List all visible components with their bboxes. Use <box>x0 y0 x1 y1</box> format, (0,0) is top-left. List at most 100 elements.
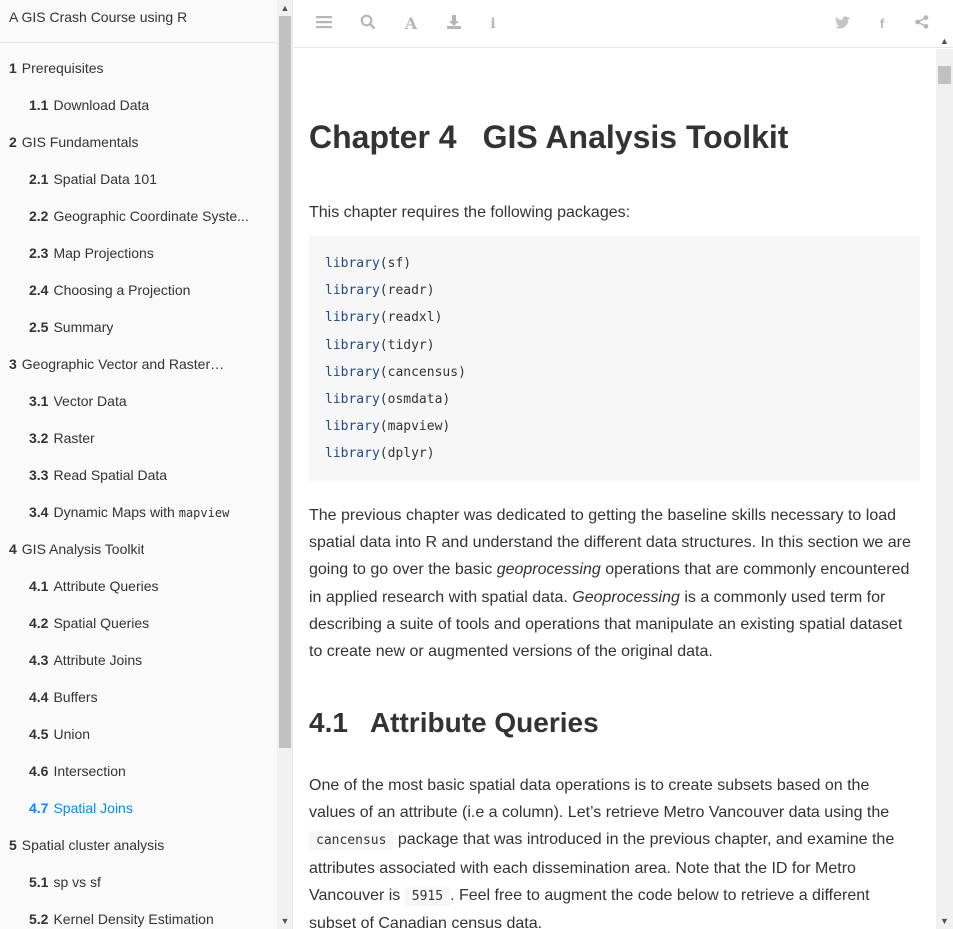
toc-item[interactable]: 2 GIS Fundamentals <box>0 124 277 161</box>
code-function: library <box>325 337 380 353</box>
code-argument: (readxl) <box>379 310 443 326</box>
sidebar-scroll-thumb[interactable] <box>279 16 291 748</box>
toc-item-label: Vector Data <box>53 393 127 409</box>
sidebar-scrollbar[interactable]: ▲ ▼ <box>277 0 292 929</box>
chapter-number: Chapter 4 <box>309 119 457 155</box>
code-function: library <box>325 283 380 299</box>
toc-item[interactable]: 3.4 Dynamic Maps with mapview <box>0 494 277 531</box>
intro-paragraph: This chapter requires the following pack… <box>309 204 631 221</box>
toc-item-number: 5.2 <box>29 911 49 927</box>
toc-item-label: Attribute Queries <box>53 578 159 594</box>
toc-item-label: Download Data <box>53 97 150 113</box>
toc-item-number: 2.1 <box>29 171 49 187</box>
toc-item-label: Read Spatial Data <box>53 467 168 483</box>
attribute-queries-paragraph: One of the most basic spatial data opera… <box>309 772 920 929</box>
main-content: Chapter 4 GIS Analysis Toolkit This chapt… <box>294 49 936 929</box>
toc-item[interactable]: 4.7 Spatial Joins <box>0 790 277 827</box>
toc-item-label: Union <box>53 726 91 742</box>
toc-item-label: Kernel Density Estimation <box>53 911 214 927</box>
share-icon[interactable] <box>912 14 932 34</box>
section-title: Attribute Queries <box>369 707 599 738</box>
toc-item[interactable]: 1.1 Download Data <box>0 87 277 124</box>
inline-code-cancensus: cancensus <box>309 831 394 851</box>
toc-item-number: 4.5 <box>29 726 49 742</box>
toc-item-number: 4 <box>9 541 17 557</box>
code-line: library(tidyr) <box>325 332 904 359</box>
toc-item-number: 4.3 <box>29 652 49 668</box>
toc-item[interactable]: 4.4 Buffers <box>0 679 277 716</box>
toc-item[interactable]: 2.4 Choosing a Projection <box>0 272 277 309</box>
toc-item[interactable]: 2.5 Summary <box>0 309 277 346</box>
toc-item-label: Buffers <box>53 689 98 705</box>
toc-item-label: sp vs sf <box>53 874 101 890</box>
info-icon[interactable]: i <box>483 14 503 34</box>
toc-item[interactable]: 4.2 Spatial Queries <box>0 605 277 642</box>
toc-item-label: Prerequisites <box>21 60 104 76</box>
code-block[interactable]: library(sf) library(readr) library(readxl)… <box>309 236 920 481</box>
toc-item[interactable]: 4.3 Attribute Joins <box>0 642 277 679</box>
code-line: library(cancensus) <box>325 359 904 386</box>
main-scroll-down-arrow-icon[interactable]: ▼ <box>936 913 953 929</box>
toc-item-number: 4.2 <box>29 615 49 631</box>
toc-item-label: Spatial Queries <box>53 615 150 631</box>
toc-item-label: Choosing a Projection <box>53 282 191 298</box>
download-icon[interactable] <box>444 14 464 34</box>
toc-item[interactable]: 5.2 Kernel Density Estimation <box>0 901 277 929</box>
toc-item[interactable]: 5 Spatial cluster analysis <box>0 827 277 864</box>
toc-item[interactable]: 1 Prerequisites <box>0 50 277 87</box>
sidebar-content: A GIS Crash Course using R 1 Prerequisite… <box>0 0 277 929</box>
code-line: library(readxl) <box>325 304 904 331</box>
toc-item-label: Intersection <box>53 763 126 779</box>
toc-item-number: 3.4 <box>29 504 49 520</box>
menu-icon[interactable] <box>314 14 334 34</box>
scroll-up-arrow-icon[interactable]: ▲ <box>277 0 292 16</box>
toc-item[interactable]: 2.1 Spatial Data 101 <box>0 161 277 198</box>
code-argument: (mapview) <box>379 419 451 435</box>
toolbar: A i f <box>294 0 953 48</box>
toc-item[interactable]: 2.3 Map Projections <box>0 235 277 272</box>
toc-item-number: 3 <box>9 356 17 372</box>
code-argument: (tidyr) <box>379 337 435 353</box>
toc-item[interactable]: 4.6 Intersection <box>0 753 277 790</box>
para-text: One of the most basic spatial data opera… <box>309 777 890 822</box>
section-number: 4.1 <box>309 707 348 738</box>
toc-item-number: 4.1 <box>29 578 49 594</box>
toc-item-label: GIS Fundamentals <box>21 134 139 150</box>
toc-item-label: Spatial cluster analysis <box>21 837 165 853</box>
book-title[interactable]: A GIS Crash Course using R <box>0 0 277 43</box>
main-scroll-thumb[interactable] <box>938 66 951 84</box>
code-function: library <box>325 310 380 326</box>
toc-item-number: 3.2 <box>29 430 49 446</box>
toc-item[interactable]: 3.2 Raster <box>0 420 277 457</box>
toc-item[interactable]: 5.1 sp vs sf <box>0 864 277 901</box>
main-scroll-up-arrow-icon[interactable]: ▲ <box>936 33 953 49</box>
section-heading: 4.1 Attribute Queries <box>309 707 599 739</box>
main-scrollbar[interactable]: ▲ ▼ <box>936 36 953 929</box>
chapter-heading: Chapter 4 GIS Analysis Toolkit <box>309 119 788 156</box>
code-function: library <box>325 256 380 271</box>
toc-item-label: Geographic Vector and Raster Dat... <box>21 356 227 372</box>
toc-item-number: 4.7 <box>29 800 49 816</box>
toc-item-number: 2.2 <box>29 208 49 224</box>
code-argument: (readr) <box>379 283 435 299</box>
toc-item[interactable]: 4 GIS Analysis Toolkit <box>0 531 277 568</box>
scroll-down-arrow-icon[interactable]: ▼ <box>277 913 292 929</box>
toc-item-label: Map Projections <box>53 245 154 261</box>
search-icon[interactable] <box>358 14 378 34</box>
code-line: library(dplyr) <box>325 440 904 467</box>
emphasis-geoprocessing: geoprocessing <box>496 561 601 579</box>
font-icon[interactable]: A <box>401 14 421 34</box>
toc-item[interactable]: 3 Geographic Vector and Raster Dat... <box>0 346 277 383</box>
toc-item[interactable]: 3.3 Read Spatial Data <box>0 457 277 494</box>
toc-item-number: 1.1 <box>29 97 49 113</box>
toc-item[interactable]: 4.1 Attribute Queries <box>0 568 277 605</box>
toc-item-label: Summary <box>53 319 114 335</box>
toc-item-label: Raster <box>53 430 95 446</box>
twitter-icon[interactable] <box>832 14 852 34</box>
toc-item[interactable]: 2.2 Geographic Coordinate Syste... <box>0 198 277 235</box>
toc-item[interactable]: 4.5 Union <box>0 716 277 753</box>
facebook-icon[interactable]: f <box>872 14 892 34</box>
code-function: library <box>325 419 380 435</box>
toc-item[interactable]: 3.1 Vector Data <box>0 383 277 420</box>
intro-body-paragraph: The previous chapter was dedicated to ge… <box>309 502 920 665</box>
